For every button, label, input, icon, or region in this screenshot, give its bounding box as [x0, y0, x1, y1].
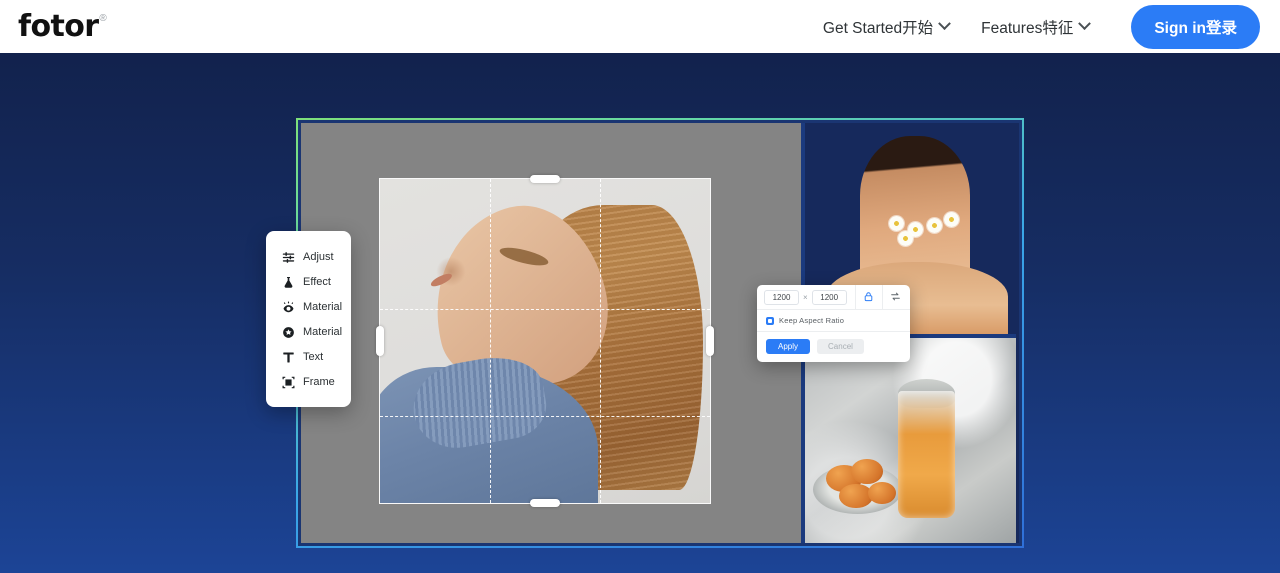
- tool-item-label: Material: [303, 301, 343, 313]
- header-nav: Get Started开始 Features特征 Sign in登录: [807, 4, 1260, 49]
- keep-aspect-ratio-row[interactable]: Keep Aspect Ratio: [757, 310, 910, 332]
- tool-item-effect[interactable]: Effect: [266, 270, 351, 295]
- frame-icon: [281, 376, 295, 390]
- tool-menu-panel: Adjust Effect Material Material Text Fra…: [266, 231, 351, 407]
- swap-arrows-icon: [890, 291, 901, 304]
- main-canvas[interactable]: [301, 123, 801, 543]
- text-t-icon: [281, 351, 295, 365]
- crop-selection-box[interactable]: [376, 175, 714, 507]
- thumbnail-orange-drink[interactable]: [805, 338, 1016, 543]
- tool-item-label: Frame: [303, 376, 335, 388]
- crop-handle-left[interactable]: [376, 326, 384, 356]
- tool-item-label: Text: [303, 351, 324, 363]
- width-input[interactable]: [764, 289, 799, 305]
- tool-item-frame[interactable]: Frame: [266, 370, 351, 395]
- tool-item-material-2[interactable]: Material: [266, 320, 351, 345]
- apricot-fruit: [838, 483, 873, 509]
- chevron-down-icon: [1078, 17, 1092, 31]
- chevron-down-icon: [938, 17, 952, 31]
- keep-aspect-ratio-checkbox[interactable]: [766, 316, 774, 325]
- tool-item-label: Material: [303, 326, 343, 338]
- apply-button[interactable]: Apply: [766, 339, 811, 354]
- resize-actions-row: Apply Cancel: [757, 332, 910, 362]
- keep-aspect-ratio-label: Keep Aspect Ratio: [779, 316, 845, 325]
- site-header: fotor ® Get Started开始 Features特征 Sign in…: [0, 0, 1280, 53]
- nav-item-label: Features特征: [981, 19, 1074, 37]
- editor-inner: [301, 123, 1019, 543]
- thumbnail-drink-glass: [897, 391, 955, 519]
- dimension-separator: ×: [803, 292, 808, 302]
- tool-item-label: Adjust: [303, 251, 334, 263]
- crop-handle-bottom[interactable]: [530, 499, 560, 507]
- height-input[interactable]: [811, 289, 847, 305]
- logo-text: fotor: [18, 8, 99, 44]
- editor-frame: [296, 118, 1024, 548]
- swap-dimensions-button[interactable]: [883, 285, 909, 310]
- lock-aspect-ratio-button[interactable]: [856, 285, 882, 310]
- registered-trademark-icon: ®: [99, 12, 107, 24]
- nav-item-features[interactable]: Features特征: [965, 8, 1105, 46]
- nav-item-label: Get Started开始: [822, 19, 934, 37]
- apricot-fruit: [851, 458, 884, 484]
- nav-item-get-started[interactable]: Get Started开始: [807, 8, 965, 46]
- flask-icon: [281, 276, 295, 290]
- hero-stage: Adjust Effect Material Material Text Fra…: [0, 53, 1280, 573]
- lock-icon: [863, 291, 874, 304]
- resize-dimensions-row: ×: [757, 285, 910, 310]
- main-photo-woman-tilting-head: [380, 179, 710, 503]
- crop-handle-top[interactable]: [530, 175, 560, 183]
- cancel-button[interactable]: Cancel: [817, 339, 864, 354]
- tool-item-text[interactable]: Text: [266, 345, 351, 370]
- daisy-flower-icon: [897, 230, 913, 246]
- sliders-icon: [281, 251, 295, 265]
- tool-item-adjust[interactable]: Adjust: [266, 245, 351, 270]
- resize-dialog: × Keep: [757, 285, 910, 362]
- flower-badge-icon: [281, 326, 295, 340]
- fotor-logo[interactable]: fotor ®: [18, 8, 107, 44]
- sign-in-button[interactable]: Sign in登录: [1131, 4, 1260, 49]
- tool-item-material-1[interactable]: Material: [266, 295, 351, 320]
- tool-item-label: Effect: [303, 276, 331, 288]
- daisy-flower-icon: [944, 211, 960, 227]
- eye-rays-icon: [281, 301, 295, 315]
- apricot-fruit: [868, 481, 896, 505]
- crop-handle-right[interactable]: [706, 326, 714, 356]
